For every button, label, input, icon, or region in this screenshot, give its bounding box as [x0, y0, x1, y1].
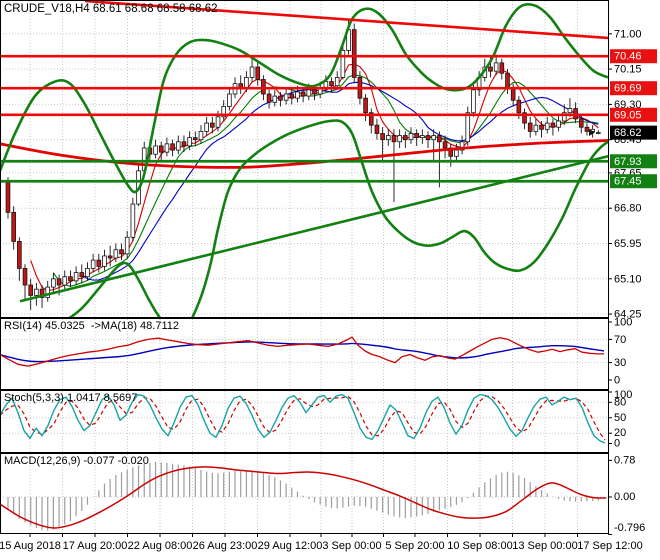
svg-text:0: 0	[614, 375, 620, 387]
price-axis[interactable]: 71.0070.1569.3068.4567.6566.8065.9565.10…	[608, 28, 645, 535]
svg-text:71.00: 71.00	[614, 28, 642, 40]
svg-text:10 Sep 08:00: 10 Sep 08:00	[447, 540, 512, 552]
svg-text:70.15: 70.15	[614, 64, 642, 76]
svg-text:70.46: 70.46	[614, 51, 642, 63]
svg-text:17 Aug 20:00: 17 Aug 20:00	[63, 540, 128, 552]
svg-text:100: 100	[614, 317, 632, 329]
svg-text:15 Aug 2018: 15 Aug 2018	[0, 540, 61, 552]
svg-text:29 Aug 12:00: 29 Aug 12:00	[258, 540, 323, 552]
mt4-chart-window: 71.00 70.15 69.30 68.45 67.65 66.80 65.95 65.10…	[0, 0, 660, 560]
time-axis[interactable]: 15 Aug 2018 17 Aug 20:00 22 Aug 08:00 26 Au…	[0, 534, 643, 552]
svg-text:65.95: 65.95	[614, 238, 642, 250]
svg-text:65.10: 65.10	[614, 273, 642, 285]
svg-text:0: 0	[614, 438, 620, 450]
svg-text:0.78: 0.78	[614, 454, 635, 466]
svg-text:68.62: 68.62	[614, 127, 642, 139]
svg-text:50: 50	[614, 412, 626, 424]
svg-text:17 Sep 12:00: 17 Sep 12:00	[577, 540, 642, 552]
svg-text:67.93: 67.93	[614, 156, 642, 168]
svg-text:66.80: 66.80	[614, 203, 642, 215]
svg-text:70: 70	[614, 334, 626, 346]
rsi-panel-area[interactable]	[0, 319, 608, 389]
svg-text:26 Aug 23:00: 26 Aug 23:00	[193, 540, 258, 552]
svg-text:22 Aug 08:00: 22 Aug 08:00	[128, 540, 193, 552]
svg-text:-0.796: -0.796	[614, 522, 645, 534]
svg-text:80: 80	[614, 396, 626, 408]
svg-text:5 Sep 20:00: 5 Sep 20:00	[385, 540, 444, 552]
macd-panel-area[interactable]	[0, 454, 608, 533]
svg-text:69.69: 69.69	[614, 83, 642, 95]
svg-text:67.45: 67.45	[614, 176, 642, 188]
svg-text:69.05: 69.05	[614, 109, 642, 121]
chart-canvas[interactable]: 71.0070.1569.3068.4567.6566.8065.9565.10…	[0, 0, 660, 560]
svg-text:0.00: 0.00	[614, 491, 635, 503]
svg-text:30: 30	[614, 357, 626, 369]
svg-text:13 Sep 00:00: 13 Sep 00:00	[512, 540, 577, 552]
svg-text:3 Sep 00:00: 3 Sep 00:00	[322, 540, 381, 552]
